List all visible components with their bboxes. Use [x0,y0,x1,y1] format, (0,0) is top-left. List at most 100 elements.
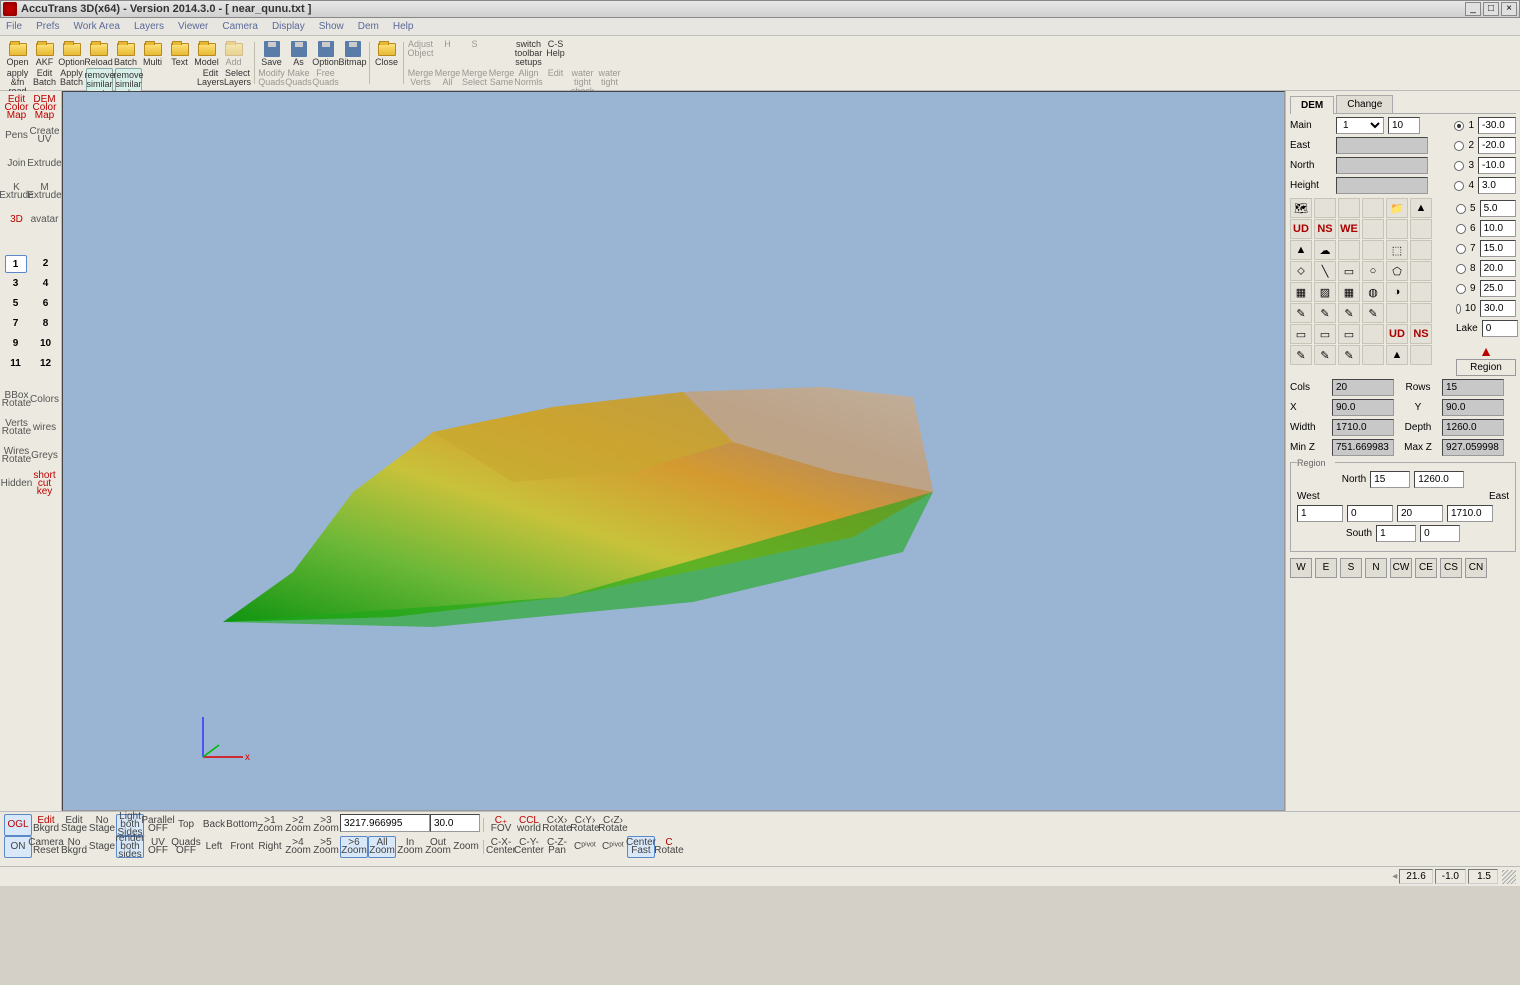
y-input[interactable] [1442,399,1504,416]
east_label-input[interactable] [1336,137,1428,154]
region-south-1[interactable] [1376,525,1416,542]
radio-5[interactable] [1456,204,1466,214]
dem-tool[interactable] [1338,198,1360,218]
toolbar-model[interactable]: Model [193,38,220,67]
view-slot-6[interactable]: 6 [35,295,57,313]
dem-tool[interactable]: ☁ [1314,240,1336,260]
menu-camera[interactable]: Camera [222,21,258,32]
bottom-front[interactable]: Front [228,836,256,858]
tab-dem[interactable]: DEM [1290,96,1334,114]
bottom-top[interactable]: Top [172,814,200,836]
bottom-rotate[interactable]: C‹X›Rotate [543,814,571,836]
side-input-10[interactable] [1480,300,1516,317]
bottom-sides[interactable]: render bothsides [116,836,144,858]
toolbar-c-s[interactable]: C-SHelp [542,38,569,67]
left-tool-rotate[interactable]: BBoxRotate [4,387,30,413]
dem-tool[interactable] [1362,240,1384,260]
region-north-2[interactable] [1414,471,1464,488]
radio-6[interactable] [1456,224,1466,234]
radio-8[interactable] [1456,264,1466,274]
region-grid-2[interactable] [1397,505,1443,522]
view-slot-2[interactable]: 2 [35,255,57,273]
resize-grip[interactable] [1502,870,1516,884]
view-slot-12[interactable]: 12 [35,355,57,373]
dem-tool[interactable] [1362,219,1384,239]
left-tool-extrude[interactable]: MExtrude [32,179,58,205]
side-input-9[interactable] [1480,280,1516,297]
toolbar-option[interactable]: Option [312,38,339,67]
side-input-5[interactable] [1480,200,1516,217]
bottom-cᵖⁱᵛᵒᵗ[interactable]: Cᵖⁱᵛᵒᵗ [599,836,627,858]
side-input-8[interactable] [1480,260,1516,277]
view-slot-3[interactable]: 3 [5,275,27,293]
radio-2[interactable] [1454,141,1464,151]
bottom-zoom[interactable]: >6Zoom [340,836,368,858]
dir-btn-cw[interactable]: CW [1390,558,1412,578]
dem-tool[interactable] [1386,303,1408,323]
dir-btn-e[interactable]: E [1315,558,1337,578]
main-input[interactable] [1388,117,1420,134]
left-tool-colors[interactable]: Colors [32,387,58,413]
dem-tool[interactable]: ◍ [1362,282,1384,302]
dem-tool[interactable] [1410,303,1432,323]
bottom-zoom[interactable]: >2Zoom [284,814,312,836]
dir-btn-ce[interactable]: CE [1415,558,1437,578]
bottom-cᵖⁱᵛᵒᵗ[interactable]: Cᵖⁱᵛᵒᵗ [571,836,599,858]
left-tool-pens[interactable]: Pens [4,123,30,149]
menu-layers[interactable]: Layers [134,21,164,32]
dem-tool[interactable]: ▭ [1338,324,1360,344]
maximize-button[interactable]: □ [1483,2,1499,16]
dem-tool[interactable]: ⬦ [1290,261,1312,281]
region-grid-1[interactable] [1347,505,1393,522]
dem-tool[interactable]: ✎ [1362,303,1384,323]
left-tool-greys[interactable]: Greys [32,443,58,469]
dem-tool[interactable] [1410,261,1432,281]
menu-prefs[interactable]: Prefs [36,21,59,32]
bottom-rotate[interactable]: C‹Z›Rotate [599,814,627,836]
viewport-3d[interactable]: x [62,91,1285,811]
radio-4[interactable] [1454,181,1464,191]
minimize-button[interactable]: _ [1465,2,1481,16]
dem-tool[interactable]: ▭ [1290,324,1312,344]
dem-tool[interactable]: ▨ [1314,282,1336,302]
toolbar-akf[interactable]: AKF [31,38,58,67]
side-input-4[interactable] [1478,177,1516,194]
dem-tool[interactable] [1362,345,1384,365]
bottom-fast[interactable]: CenterFast [627,836,655,858]
bottom-back[interactable]: Back [200,814,228,836]
menu-dem[interactable]: Dem [358,21,379,32]
dem-tool[interactable]: ▭ [1314,324,1336,344]
toolbar-bitmap[interactable]: Bitmap [339,38,366,67]
depth-input[interactable] [1442,419,1504,436]
close-button[interactable]: × [1501,2,1517,16]
dem-tool[interactable]: ⬚ [1386,240,1408,260]
x-input[interactable] [1332,399,1394,416]
dem-tool[interactable] [1362,324,1384,344]
dem-tool[interactable]: ▦ [1290,282,1312,302]
view-slot-11[interactable]: 11 [5,355,27,373]
toolbar-as[interactable]: As [285,38,312,67]
radio-10[interactable] [1456,304,1461,314]
toolbar-batch[interactable]: Batch [112,38,139,67]
cols-input[interactable] [1332,379,1394,396]
bottom-zoom[interactable]: >3Zoom [312,814,340,836]
dem-tool[interactable]: ╲ [1314,261,1336,281]
bottom-bottom[interactable]: Bottom [228,814,256,836]
rows-input[interactable] [1442,379,1504,396]
menu-file[interactable]: File [6,21,22,32]
toolbar-save[interactable]: Save [258,38,285,67]
region-south-2[interactable] [1420,525,1460,542]
toolbar-close[interactable]: Close [373,38,400,88]
dem-tool[interactable] [1410,240,1432,260]
left-tool-uv[interactable]: CreateUV [32,123,58,149]
bottom-zoom[interactable]: >4Zoom [284,836,312,858]
left-tool-key[interactable]: short cutkey [32,471,58,497]
view-slot-1[interactable]: 1 [5,255,27,273]
menu-show[interactable]: Show [319,21,344,32]
dem-tool[interactable]: WE [1338,219,1360,239]
dem-tool[interactable]: 🗺 [1290,198,1312,218]
side-input-7[interactable] [1480,240,1516,257]
height_label-input[interactable] [1336,177,1428,194]
width-input[interactable] [1332,419,1394,436]
dem-tool[interactable]: ✎ [1314,345,1336,365]
